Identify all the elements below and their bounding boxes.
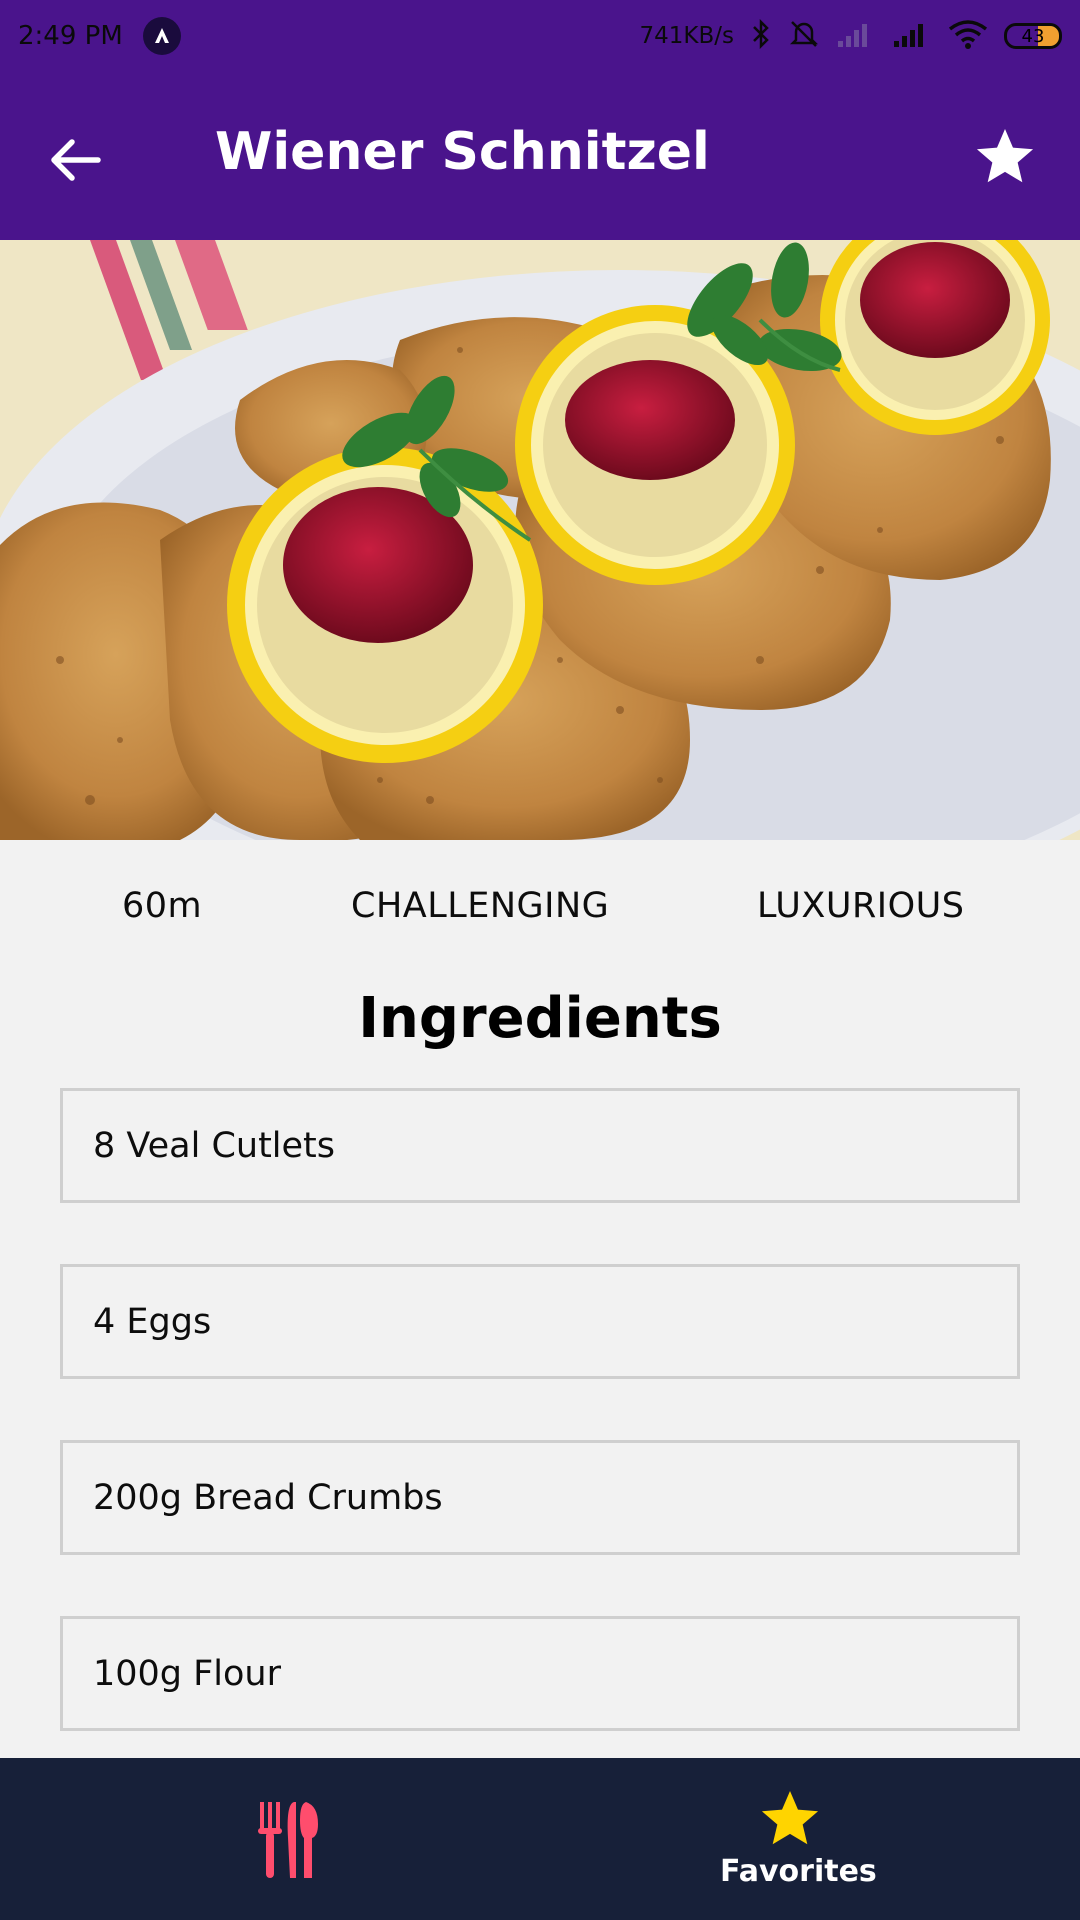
- favorite-star-icon[interactable]: [972, 124, 1038, 190]
- wifi-icon: [948, 19, 988, 53]
- favorites-star-icon: [720, 1786, 860, 1852]
- restaurant-icon[interactable]: [256, 1798, 320, 1882]
- status-indicators: 741KB/s 43: [639, 18, 1062, 54]
- complexity-label: CHALLENGING: [351, 886, 610, 926]
- app-bar: Wiener Schnitzel: [0, 72, 1080, 240]
- affordability-label: LUXURIOUS: [757, 886, 965, 926]
- network-speed: 741KB/s: [639, 23, 735, 49]
- signal-empty-icon: [836, 19, 876, 53]
- bottom-navigation: Favorites: [0, 1758, 1080, 1920]
- battery-indicator: 43: [1004, 23, 1062, 49]
- duration-label: 60m: [122, 886, 203, 926]
- ingredient-item: 4 Eggs: [60, 1264, 1020, 1379]
- bluetooth-icon: [750, 18, 772, 53]
- favorites-tab[interactable]: Favorites: [720, 1786, 877, 1889]
- status-bar: 2:49 PM 741KB/s 43: [0, 0, 1080, 72]
- status-time: 2:49 PM: [18, 21, 123, 51]
- app-notification-icon: [142, 17, 181, 55]
- recipe-image: [0, 240, 1080, 840]
- back-arrow-icon[interactable]: [46, 130, 106, 190]
- ingredient-item: 100g Flour: [60, 1616, 1020, 1731]
- page-title: Wiener Schnitzel: [215, 122, 710, 182]
- ingredients-title: Ingredients: [358, 986, 722, 1051]
- ingredient-text: 200g Bread Crumbs: [93, 1477, 443, 1518]
- mute-bell-icon: [788, 18, 820, 54]
- ingredient-text: 4 Eggs: [93, 1301, 212, 1342]
- favorites-tab-label: Favorites: [720, 1854, 877, 1889]
- ingredient-text: 100g Flour: [93, 1653, 281, 1694]
- ingredient-text: 8 Veal Cutlets: [93, 1125, 336, 1166]
- ingredient-item: 8 Veal Cutlets: [60, 1088, 1020, 1203]
- ingredient-item: 200g Bread Crumbs: [60, 1440, 1020, 1555]
- signal-icon: [892, 19, 932, 53]
